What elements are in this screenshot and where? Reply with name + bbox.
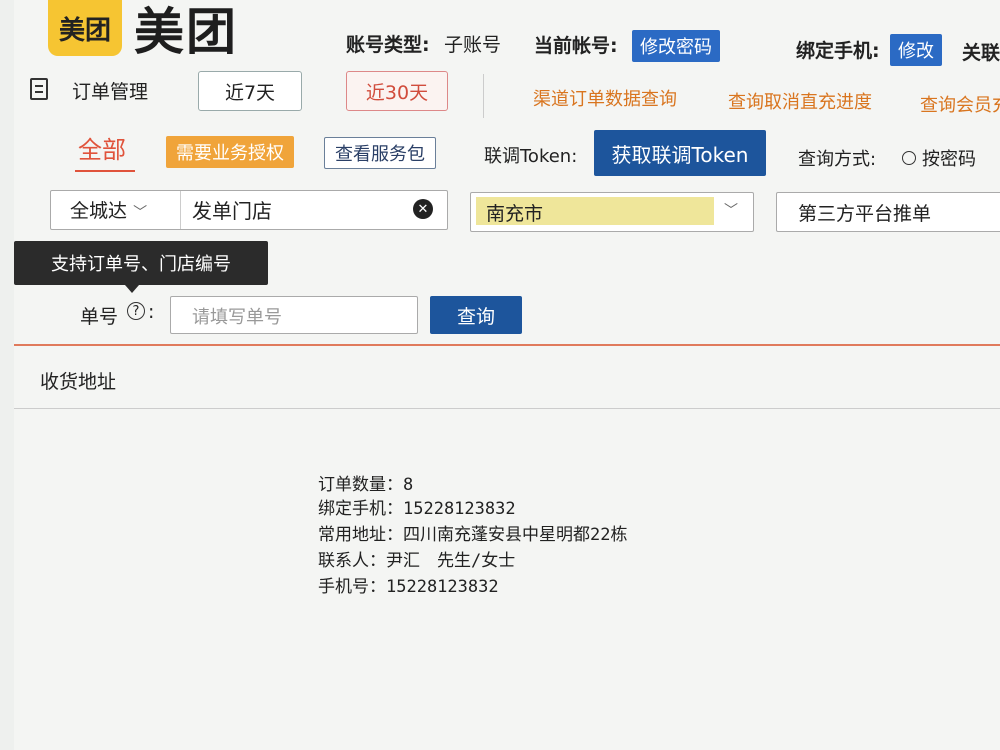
tab-all[interactable]: 全部 bbox=[78, 130, 126, 165]
city-prefix-dropdown[interactable]: 全城达 ﹀ bbox=[70, 196, 147, 223]
range-7-days-button[interactable]: 近7天 bbox=[198, 71, 302, 111]
bound-phone-text: 绑定手机：15228123832 bbox=[318, 499, 516, 519]
get-token-button[interactable]: 获取联调Token bbox=[594, 130, 766, 176]
range-7-label: 近7天 bbox=[224, 81, 276, 104]
tab-all-underline bbox=[75, 170, 135, 172]
city-divider bbox=[180, 191, 181, 229]
search-button-label: 查询 bbox=[456, 305, 495, 328]
order-hint-tooltip: 支持订单号、门店编号 bbox=[14, 241, 268, 285]
contact-text: 联系人：尹汇 先生/女士 bbox=[318, 551, 516, 571]
logo-badge-text: 美团 bbox=[58, 15, 111, 46]
header-divider bbox=[14, 408, 1000, 409]
order-label-colon: : bbox=[148, 301, 155, 323]
source-value: 第三方平台推单 bbox=[798, 203, 932, 225]
nav-divider bbox=[483, 74, 484, 118]
search-button[interactable]: 查询 bbox=[430, 296, 522, 334]
clear-icon[interactable]: ✕ bbox=[413, 199, 433, 219]
meituan-logo-word: 美团 bbox=[134, 3, 238, 61]
nav-title: 订单管理 bbox=[72, 81, 149, 103]
range-30-days-button[interactable]: 近30天 bbox=[346, 71, 448, 111]
phone-text: 手机号：15228123832 bbox=[318, 577, 499, 597]
bound-phone-label: 绑定手机: bbox=[796, 40, 880, 62]
modify-phone-button[interactable]: 修改 bbox=[890, 34, 942, 66]
current-account-label: 当前帐号: bbox=[534, 35, 618, 57]
order-input-placeholder: 请填写单号 bbox=[192, 307, 282, 328]
column-header-address: 收货地址 bbox=[40, 371, 117, 393]
view-package-button[interactable]: 查看服务包 bbox=[324, 137, 436, 169]
section-divider bbox=[14, 344, 1000, 346]
tooltip-text: 支持订单号、门店编号 bbox=[51, 254, 231, 275]
account-type-label: 账号类型: bbox=[346, 34, 430, 56]
change-password-button[interactable]: 修改密码 bbox=[632, 30, 720, 62]
help-icon[interactable]: ? bbox=[127, 302, 145, 320]
chevron-down-icon: ﹀ bbox=[133, 205, 148, 221]
account-type-value: 子账号 bbox=[444, 34, 502, 56]
range-30-label: 近30天 bbox=[365, 81, 429, 104]
meituan-logo-badge: 美团 bbox=[48, 0, 122, 56]
region-value: 南充市 bbox=[486, 203, 544, 225]
channel-order-link[interactable]: 渠道订单数据查询 bbox=[533, 85, 677, 111]
chevron-down-icon: ﹀ bbox=[724, 203, 738, 219]
store-input[interactable]: 发单门店 bbox=[192, 195, 272, 224]
need-auth-button[interactable]: 需要业务授权 bbox=[166, 136, 294, 168]
get-token-label: 获取联调Token bbox=[611, 142, 749, 167]
order-number-label: 单号 bbox=[80, 306, 119, 328]
address-text: 常用地址：四川南充蓬安县中星明都22栋 bbox=[318, 525, 628, 545]
tooltip-arrow bbox=[125, 285, 139, 293]
related-label: 关联 bbox=[962, 42, 1000, 64]
city-prefix-label: 全城达 bbox=[70, 200, 128, 222]
token-label: 联调Token: bbox=[484, 146, 578, 167]
query-mode-label: 查询方式: bbox=[798, 149, 877, 170]
by-password-radio[interactable] bbox=[902, 151, 916, 165]
member-query-link[interactable]: 查询会员充 bbox=[920, 91, 1000, 117]
order-count-text: 订单数量：8 bbox=[318, 475, 414, 495]
by-password-label[interactable]: 按密码 bbox=[922, 145, 976, 171]
cancel-progress-link[interactable]: 查询取消直充进度 bbox=[728, 88, 872, 114]
document-icon bbox=[30, 78, 48, 100]
